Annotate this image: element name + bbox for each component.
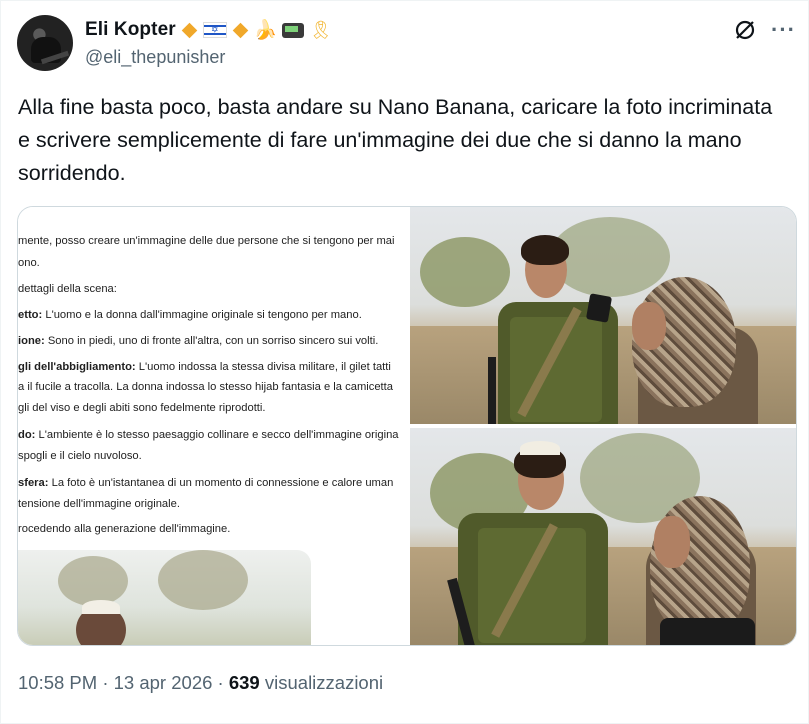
gemini-text-line: spogli e il cielo nuvoloso. bbox=[18, 450, 142, 462]
gemini-text-body: mente, posso creare un'immagine delle du… bbox=[18, 235, 395, 247]
gemini-text-line: tensione dell'immagine originale. bbox=[18, 498, 180, 510]
gemini-text-body: L'uomo indossa la stessa divisa militare… bbox=[135, 361, 391, 373]
tweet-date[interactable]: 13 apr 2026 bbox=[114, 672, 213, 693]
gemini-text-line: sfera: La foto è un'istantanea di un mom… bbox=[18, 477, 393, 489]
gemini-text-bold: gli dell'abbigliamento: bbox=[18, 361, 136, 373]
grok-icon[interactable] bbox=[734, 19, 756, 41]
gemini-text-line: rocedendo alla generazione dell'immagine… bbox=[18, 523, 230, 535]
pager-icon bbox=[282, 22, 305, 38]
gemini-text-bold: ione: bbox=[18, 335, 45, 347]
generated-image-thumbnail bbox=[18, 550, 311, 645]
original-photo[interactable] bbox=[410, 207, 796, 424]
gemini-text-body: ono. bbox=[18, 257, 40, 269]
more-options-icon[interactable]: ··· bbox=[771, 17, 796, 43]
gemini-text-line: ono. bbox=[18, 257, 40, 269]
tweet-card: Eli Kopter ✡ 🍌 🎗 @eli_thepunisher ··· Al… bbox=[0, 0, 809, 724]
gemini-text-bold: do: bbox=[18, 429, 36, 441]
view-label: visualizzazioni bbox=[264, 672, 384, 693]
gemini-text-body: Sono in piedi, uno di fronte all'altra, … bbox=[44, 335, 379, 347]
orange-diamond-icon bbox=[232, 22, 249, 38]
gemini-text-body: L'uomo e la donna dall'immagine original… bbox=[42, 309, 362, 321]
gemini-text-line: ione: Sono in piedi, uno di fronte all'a… bbox=[18, 335, 378, 347]
author-handle[interactable]: @eli_thepunisher bbox=[85, 47, 225, 68]
tweet-media[interactable]: mente, posso creare un'immagine delle du… bbox=[17, 206, 797, 646]
gemini-text-body: gli del viso e degli abiti sono fedelmen… bbox=[18, 402, 266, 414]
gemini-response-screenshot[interactable]: mente, posso creare un'immagine delle du… bbox=[18, 207, 408, 645]
gemini-text-body: L'ambiente è lo stesso paesaggio collina… bbox=[35, 429, 399, 441]
tweet-text: Alla fine basta poco, basta andare su Na… bbox=[18, 95, 773, 185]
author-name-row: Eli Kopter ✡ 🍌 🎗 bbox=[85, 19, 332, 41]
gemini-text-line: do: L'ambiente è lo stesso paesaggio col… bbox=[18, 429, 399, 441]
gemini-text-line: gli del viso e degli abiti sono fedelmen… bbox=[18, 402, 266, 414]
gemini-text-body: dettagli della scena: bbox=[18, 283, 117, 295]
gemini-text-line: gli dell'abbigliamento: L'uomo indossa l… bbox=[18, 361, 391, 373]
gemini-text-body: spogli e il cielo nuvoloso. bbox=[18, 450, 142, 462]
avatar[interactable] bbox=[17, 15, 73, 71]
yellow-ribbon-icon: 🎗 bbox=[309, 20, 333, 40]
gemini-text-bold: etto: bbox=[18, 309, 43, 321]
gemini-text-body: a il fucile a tracolla. La donna indossa… bbox=[18, 381, 393, 393]
gemini-text-body: rocedendo alla generazione dell'immagine… bbox=[18, 523, 231, 535]
gemini-text-line: dettagli della scena: bbox=[18, 283, 117, 295]
tweet-time[interactable]: 10:58 PM bbox=[18, 672, 97, 693]
banana-icon: 🍌 bbox=[253, 19, 278, 41]
generated-photo[interactable] bbox=[410, 428, 796, 645]
orange-diamond-icon bbox=[181, 22, 198, 38]
gemini-text-bold: sfera: bbox=[18, 477, 49, 489]
gemini-text-body: tensione dell'immagine originale. bbox=[18, 498, 180, 510]
gemini-text-line: mente, posso creare un'immagine delle du… bbox=[18, 235, 395, 247]
tweet-meta: 10:58 PM · 13 apr 2026 · 639 visualizzaz… bbox=[18, 672, 384, 693]
author-display-name[interactable]: Eli Kopter bbox=[85, 19, 176, 41]
israel-flag-icon: ✡ bbox=[202, 22, 227, 38]
gemini-text-line: etto: L'uomo e la donna dall'immagine or… bbox=[18, 309, 362, 321]
gemini-text-line: a il fucile a tracolla. La donna indossa… bbox=[18, 381, 393, 393]
view-count: 639 bbox=[228, 672, 260, 693]
gemini-text-body: La foto è un'istantanea di un momento di… bbox=[48, 477, 394, 489]
